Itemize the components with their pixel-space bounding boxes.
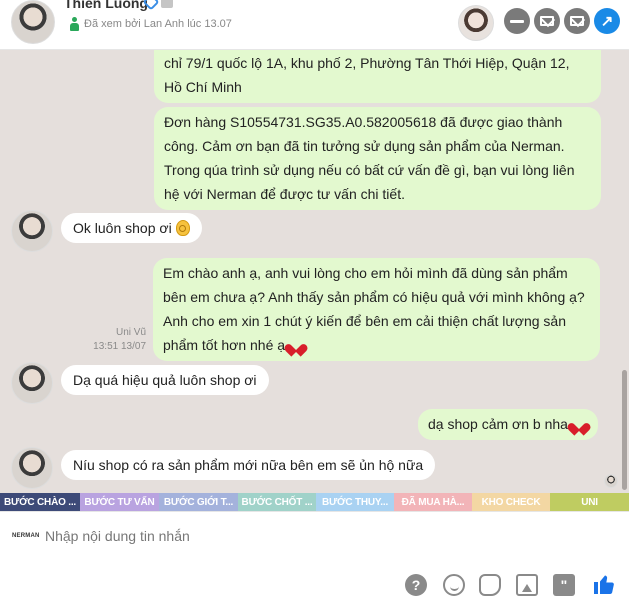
message-time: 13:51 13/07 — [93, 341, 146, 352]
sender-avatar[interactable] — [11, 362, 53, 404]
assigned-agent-avatar[interactable] — [458, 5, 494, 41]
smile-icon[interactable] — [443, 574, 465, 596]
tag-button[interactable]: BƯỚC THUY... — [316, 493, 394, 511]
tag-button[interactable]: UNI — [550, 493, 629, 511]
tag-button[interactable]: BƯỚC TƯ VẤN — [80, 493, 159, 511]
birthday-cake-icon — [161, 0, 173, 8]
name-icons — [142, 0, 173, 11]
mail-icon — [540, 16, 554, 26]
minus-icon — [510, 19, 524, 23]
message-outgoing[interactable]: dạ shop cảm ơn b nha — [418, 409, 598, 440]
tag-label: KHO CHECK — [481, 496, 541, 508]
message-incoming[interactable]: Níu shop có ra sản phẩm mới nữa bên em s… — [61, 450, 436, 480]
message-meta: Uni Vũ 13:51 13/07 — [60, 326, 146, 354]
tag-label: BƯỚC GIỚI T... — [163, 496, 234, 508]
minus-button[interactable] — [504, 8, 530, 34]
message-outgoing[interactable]: chỉ 79/1 quốc lộ 1A, khu phố 2, Phường T… — [154, 50, 601, 103]
message-text: Em chào anh ạ, anh vui lòng cho em hỏi m… — [163, 265, 585, 353]
sticker-icon[interactable] — [479, 574, 501, 596]
message-sender: Uni Vũ — [115, 327, 146, 338]
tag-button[interactable]: BƯỚC CHỐT ... — [238, 493, 316, 511]
heart-icon — [289, 339, 303, 352]
message-text: Níu shop có ra sản phẩm mới nữa bên em s… — [73, 457, 424, 473]
seen-by-avatar — [604, 474, 618, 488]
message-text: Ok luôn shop ơi — [73, 220, 172, 236]
ok-hand-icon — [175, 220, 190, 236]
message-text: Dạ quá hiệu quả luôn shop ơi — [73, 372, 257, 388]
share-arrow-icon: ↗ — [600, 12, 614, 30]
forward-mail-icon — [570, 16, 584, 26]
message-text: chỉ 79/1 quốc lộ 1A, khu phố 2, Phường T… — [164, 55, 570, 95]
tag-label: ĐÃ MUA HÀ... — [401, 496, 465, 508]
tag-button[interactable]: KHO CHECK — [472, 493, 550, 511]
like-icon[interactable] — [591, 571, 617, 597]
message-text: dạ shop cảm ơn b nha — [428, 416, 568, 432]
help-icon[interactable]: ? — [405, 574, 427, 596]
tag-label: BƯỚC TƯ VẤN — [84, 496, 155, 508]
quote-icon[interactable]: " — [553, 574, 575, 596]
tag-label: BƯỚC THUY... — [321, 496, 389, 508]
tag-label: UNI — [581, 496, 598, 508]
thumbs-up-icon — [594, 575, 614, 594]
share-button[interactable]: ↗ — [594, 8, 620, 34]
sender-avatar[interactable] — [11, 210, 53, 252]
tag-label: BƯỚC CHỐT ... — [241, 496, 313, 508]
message-thread[interactable]: chỉ 79/1 quốc lộ 1A, khu phố 2, Phường T… — [0, 50, 629, 493]
mail-button[interactable] — [534, 8, 560, 34]
chat-header: Thien Luong Đã xem bởi Lan Anh lúc 13.07… — [0, 0, 629, 50]
message-input[interactable] — [45, 524, 585, 548]
message-incoming[interactable]: Ok luôn shop ơi — [61, 213, 202, 243]
tag-label: BƯỚC CHÀO ... — [3, 496, 76, 508]
message-outgoing[interactable]: Đơn hàng S10554731.SG35.A0.582005618 đã … — [154, 107, 601, 210]
seen-status: Đã xem bởi Lan Anh lúc 13.07 — [70, 17, 232, 31]
image-icon[interactable] — [516, 574, 538, 596]
message-outgoing[interactable]: Em chào anh ạ, anh vui lòng cho em hỏi m… — [153, 258, 600, 361]
contact-name[interactable]: Thien Luong — [64, 0, 148, 11]
sender-avatar[interactable] — [11, 447, 53, 489]
message-text: Đơn hàng S10554731.SG35.A0.582005618 đã … — [164, 114, 575, 202]
contact-avatar[interactable] — [11, 0, 55, 44]
heart-icon — [572, 418, 586, 431]
seen-status-text: Đã xem bởi Lan Anh lúc 13.07 — [84, 18, 232, 30]
tag-bar: BƯỚC CHÀO ... BƯỚC TƯ VẤN BƯỚC GIỚI T...… — [0, 493, 629, 511]
forward-mail-button[interactable] — [564, 8, 590, 34]
scrollbar[interactable] — [622, 370, 627, 490]
message-incoming[interactable]: Dạ quá hiệu quả luôn shop ơi — [61, 365, 269, 395]
tag-button[interactable]: BƯỚC GIỚI T... — [159, 493, 238, 511]
tag-button[interactable]: BƯỚC CHÀO ... — [0, 493, 80, 511]
person-icon — [70, 17, 79, 31]
tag-button[interactable]: ĐÃ MUA HÀ... — [394, 493, 472, 511]
brand-logo: NERMAN — [12, 533, 40, 539]
